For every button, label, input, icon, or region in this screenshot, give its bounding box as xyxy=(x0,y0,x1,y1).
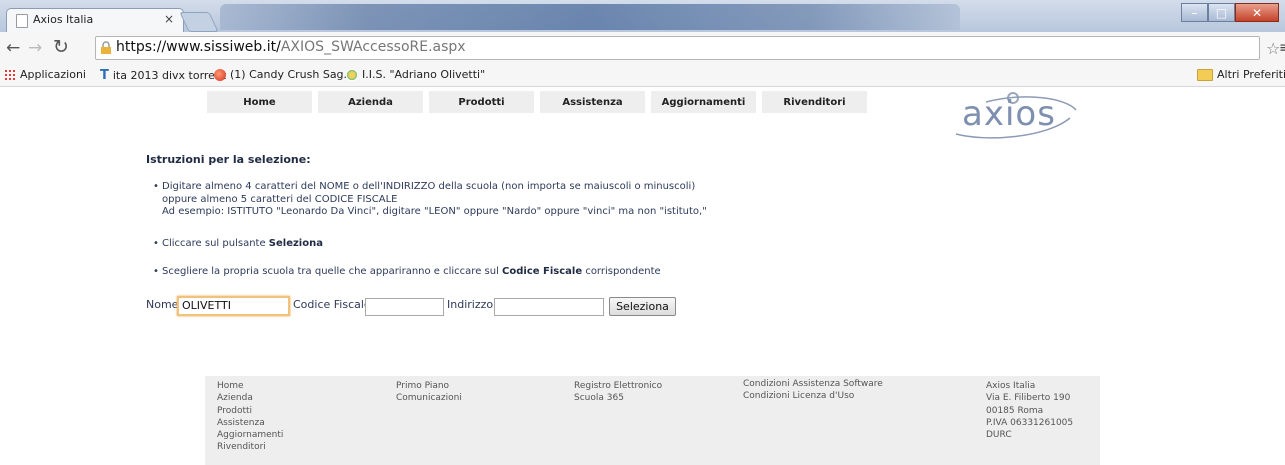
footer-col-conditions: Condizioni Assistenza Software Condizion… xyxy=(743,378,883,403)
footer-link[interactable]: Comunicazioni xyxy=(396,392,462,404)
tab-close-icon[interactable]: × xyxy=(164,12,174,26)
reload-icon[interactable]: ↻ xyxy=(53,36,69,58)
back-arrow-icon[interactable]: ← xyxy=(6,38,20,58)
bookmarks-bar: Applicazioni T ita 2013 divx torrent (1)… xyxy=(0,64,1285,87)
nav-home[interactable]: Home xyxy=(207,91,312,113)
close-window-button[interactable]: ✕ xyxy=(1235,3,1279,22)
codice-fiscale-label: Codice Fiscale xyxy=(293,298,371,311)
footer-link[interactable]: Azienda xyxy=(217,392,283,404)
bookmark-iis-olivetti[interactable]: I.I.S. "Adriano Olivetti" xyxy=(346,68,485,81)
footer-link[interactable]: Registro Elettronico xyxy=(574,380,662,392)
footer-link[interactable]: Condizioni Assistenza Software xyxy=(743,378,883,390)
instructions-title: Istruzioni per la selezione: xyxy=(146,153,311,166)
company-name: Axios Italia xyxy=(986,381,1036,391)
site-main-nav: Home Azienda Prodotti Assistenza Aggiorn… xyxy=(207,91,873,113)
apps-grid-icon xyxy=(4,68,16,81)
nome-input[interactable]: OLIVETTI xyxy=(177,296,290,316)
durc-link[interactable]: DURC xyxy=(986,429,1073,441)
nav-assistenza[interactable]: Assistenza xyxy=(540,91,645,113)
footer-col-news: Primo Piano Comunicazioni xyxy=(396,380,462,405)
nome-label: Nome xyxy=(146,298,179,311)
company-city: 00185 Roma xyxy=(986,405,1044,416)
maximize-button[interactable]: □ xyxy=(1208,3,1235,22)
browser-titlebar: Axios Italia × – □ ✕ xyxy=(0,0,1285,32)
footer-link[interactable]: Rivenditori xyxy=(217,441,283,453)
nav-aggiornamenti[interactable]: Aggiornamenti xyxy=(651,91,756,113)
instruction-3: Scegliere la propria scuola tra quelle c… xyxy=(153,266,661,279)
candy-crush-icon xyxy=(214,68,226,81)
menu-icon[interactable]: ≡ xyxy=(1279,40,1285,56)
codice-fiscale-input[interactable] xyxy=(365,298,444,316)
page-icon xyxy=(16,14,28,28)
axios-logo[interactable]: axios xyxy=(946,88,1096,148)
company-address: Via E. Filiberto 190 xyxy=(986,393,1071,404)
nav-rivenditori[interactable]: Rivenditori xyxy=(762,91,867,113)
tab-title: Axios Italia xyxy=(33,13,94,26)
indirizzo-label: Indirizzo xyxy=(447,298,494,311)
address-bar[interactable]: https://www.sissiweb.it/AXIOS_SWAccessoR… xyxy=(95,36,1260,60)
footer-col-products: Registro Elettronico Scuola 365 xyxy=(574,380,662,405)
footer-col-site: Home Azienda Prodotti Assistenza Aggiorn… xyxy=(217,380,283,454)
footer: Home Azienda Prodotti Assistenza Aggiorn… xyxy=(205,376,1100,465)
seleziona-button[interactable]: Seleziona xyxy=(609,297,676,316)
instruction-2: Cliccare sul pulsante Seleziona xyxy=(153,238,323,251)
browser-tab[interactable]: Axios Italia × xyxy=(6,8,184,32)
bookmark-other[interactable]: Altri Preferiti xyxy=(1197,68,1285,81)
footer-link[interactable]: Aggiornamenti xyxy=(217,429,283,441)
school-logo-icon xyxy=(346,68,358,81)
footer-link[interactable]: Prodotti xyxy=(217,405,283,417)
window-controls: – □ ✕ xyxy=(1181,3,1279,23)
indirizzo-input[interactable] xyxy=(494,298,604,316)
url-text: https://www.sissiweb.it/AXIOS_SWAccessoR… xyxy=(116,39,466,55)
torrent-site-icon: T xyxy=(100,68,109,83)
footer-col-company: Axios Italia Via E. Filiberto 190 00185 … xyxy=(986,380,1073,441)
bookmark-apps[interactable]: Applicazioni xyxy=(4,68,86,81)
bookmark-torrent[interactable]: T ita 2013 divx torrent xyxy=(100,68,226,83)
footer-link[interactable]: Scuola 365 xyxy=(574,392,662,404)
minimize-button[interactable]: – xyxy=(1181,3,1208,22)
nav-prodotti[interactable]: Prodotti xyxy=(429,91,534,113)
footer-link[interactable]: Primo Piano xyxy=(396,380,462,392)
nav-azienda[interactable]: Azienda xyxy=(318,91,423,113)
company-vat: P.IVA 06331261005 xyxy=(986,417,1074,428)
bookmark-candy-crush[interactable]: (1) Candy Crush Sag... xyxy=(214,68,354,81)
titlebar-background xyxy=(220,4,960,30)
footer-link[interactable]: Condizioni Licenza d'Uso xyxy=(743,390,883,402)
footer-link[interactable]: Assistenza xyxy=(217,417,283,429)
lock-warning-icon xyxy=(101,41,111,54)
folder-icon xyxy=(1197,68,1213,81)
footer-link[interactable]: Home xyxy=(217,380,283,392)
forward-arrow-icon[interactable]: → xyxy=(28,38,42,58)
new-tab-button[interactable] xyxy=(179,12,219,32)
instruction-1: Digitare almeno 4 caratteri del NOME o d… xyxy=(153,181,707,219)
logo-text: axios xyxy=(962,94,1056,134)
